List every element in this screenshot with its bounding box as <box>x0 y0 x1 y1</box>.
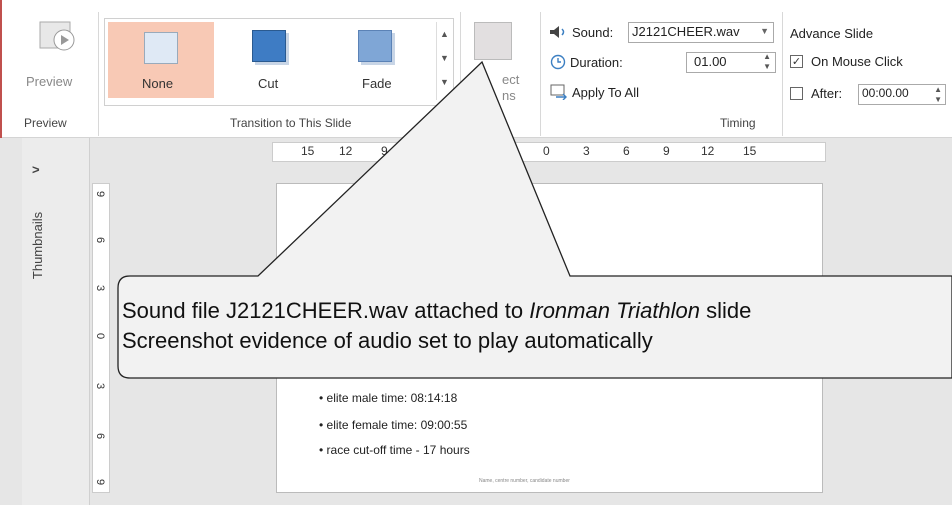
ruler-tick: 12 <box>701 144 715 158</box>
ruler-tick: 3 <box>94 382 107 390</box>
ruler-tick: 3 <box>583 144 590 158</box>
duration-stepper[interactable]: 01.00 ▲ ▼ <box>686 52 776 73</box>
thumbnails-pane: > Thumbnails <box>22 138 90 505</box>
ruler-tick: 6 <box>94 236 107 244</box>
cut-thumbnail <box>252 30 286 62</box>
ruler-tick: 12 <box>339 144 353 158</box>
sound-row: Sound: <box>548 24 613 40</box>
after-option[interactable]: After: <box>790 86 842 101</box>
sound-value: J2121CHEER.wav <box>632 24 740 39</box>
slide-bullet[interactable]: • elite male time: 08:14:18 <box>319 391 457 405</box>
on-mouse-click-checkbox[interactable]: ✓ <box>790 55 803 68</box>
apply-all-icon <box>550 84 567 100</box>
duration-row: Duration: <box>550 54 623 70</box>
gallery-up-icon[interactable]: ▲ <box>437 22 452 46</box>
apply-all-button[interactable]: Apply To All <box>550 84 639 100</box>
advance-slide-label: Advance Slide <box>790 26 874 41</box>
separator <box>460 12 461 136</box>
ruler-tick: 6 <box>94 432 107 440</box>
ruler-tick: 9 <box>94 478 107 486</box>
ruler-tick: 3 <box>94 284 107 292</box>
callout-italic-title: Ironman Triathlon <box>529 298 701 323</box>
clock-icon <box>550 54 566 70</box>
transition-none-label: None <box>142 76 174 91</box>
effect-options-icon <box>474 22 512 60</box>
fade-thumbnail <box>358 30 392 62</box>
vertical-ruler: 9 6 3 0 3 6 9 <box>92 183 110 493</box>
slide-footer: Name, centre number, candidate number <box>479 478 570 484</box>
effect-options-label-1: ect <box>502 72 520 87</box>
transition-cut-label: Cut <box>258 76 279 91</box>
on-mouse-click-label: On Mouse Click <box>811 54 903 69</box>
gallery-scroll[interactable]: ▲ ▼ ▼ <box>436 22 452 100</box>
gallery-more-icon[interactable]: ▼ <box>437 70 452 94</box>
none-thumbnail <box>144 32 178 64</box>
horizontal-ruler: 15 12 9 0 3 6 9 12 15 <box>272 142 826 162</box>
chevron-down-icon[interactable]: ▼ <box>760 26 769 36</box>
stepper-arrows-icon[interactable]: ▲ ▼ <box>934 85 942 105</box>
apply-all-label: Apply To All <box>572 84 639 100</box>
thumbnails-label[interactable]: Thumbnails <box>30 212 45 279</box>
transition-group-label: Transition to This Slide <box>230 116 352 130</box>
ruler-tick: 6 <box>623 144 630 158</box>
separator <box>782 12 783 136</box>
preview-icon <box>39 21 75 51</box>
transition-fade[interactable]: Fade <box>320 22 426 98</box>
slide-bullet[interactable]: • completing in under 11 hours is a huge… <box>319 364 604 378</box>
gallery-down-icon[interactable]: ▼ <box>437 46 452 70</box>
after-time-field[interactable]: 00:00.00 ▲ ▼ <box>858 84 946 105</box>
transition-fade-label: Fade <box>362 76 392 91</box>
preview-button[interactable]: Preview <box>22 18 92 98</box>
separator <box>540 12 541 136</box>
slide-bullet[interactable]: • elite female time: 09:00:55 <box>319 418 467 432</box>
speaker-icon <box>550 26 565 38</box>
ruler-tick: 15 <box>301 144 315 158</box>
callout-text-part: slide <box>700 298 752 323</box>
effect-options-button[interactable]: ect ns <box>470 22 530 103</box>
ruler-tick: 0 <box>94 332 107 340</box>
duration-value: 01.00 <box>694 54 727 69</box>
on-mouse-click-option[interactable]: ✓ On Mouse Click <box>790 54 903 69</box>
stepper-arrows-icon[interactable]: ▲ ▼ <box>763 52 771 72</box>
slide-title-fragment[interactable]: Ir <box>319 228 332 251</box>
after-checkbox[interactable] <box>790 87 803 100</box>
ruler-tick: 9 <box>381 144 388 158</box>
ribbon-top <box>0 0 952 8</box>
ruler-tick: 9 <box>663 144 670 158</box>
sound-label: Sound: <box>572 24 614 40</box>
expand-pane-icon[interactable]: > <box>32 162 40 177</box>
preview-label: Preview <box>26 74 73 89</box>
transition-cut[interactable]: Cut <box>216 22 322 98</box>
ruler-tick: 0 <box>543 144 550 158</box>
preview-group-label: Preview <box>24 116 67 130</box>
separator <box>98 12 99 136</box>
callout-line-2: Screenshot evidence of audio set to play… <box>122 328 653 353</box>
ribbon: Preview Preview None Cut Fade ▲ ▼ ▼ Tran… <box>0 0 952 138</box>
duration-label: Duration: <box>570 54 623 70</box>
ruler-tick: 15 <box>743 144 757 158</box>
effect-options-label-2: ns <box>502 88 516 103</box>
after-label: After: <box>811 86 843 101</box>
sound-dropdown[interactable]: J2121CHEER.wav ▼ <box>628 22 774 43</box>
ruler-tick: 9 <box>94 190 107 198</box>
transition-none[interactable]: None <box>108 22 214 98</box>
callout-text-part: Sound file J2121CHEER.wav attached to <box>122 298 530 323</box>
callout-line-1: Sound file J2121CHEER.wav attached to Ir… <box>122 298 751 324</box>
after-value: 00:00.00 <box>862 86 909 100</box>
timing-group-label: Timing <box>720 116 756 130</box>
slide-bullet[interactable]: • race cut-off time - 17 hours <box>319 443 470 457</box>
